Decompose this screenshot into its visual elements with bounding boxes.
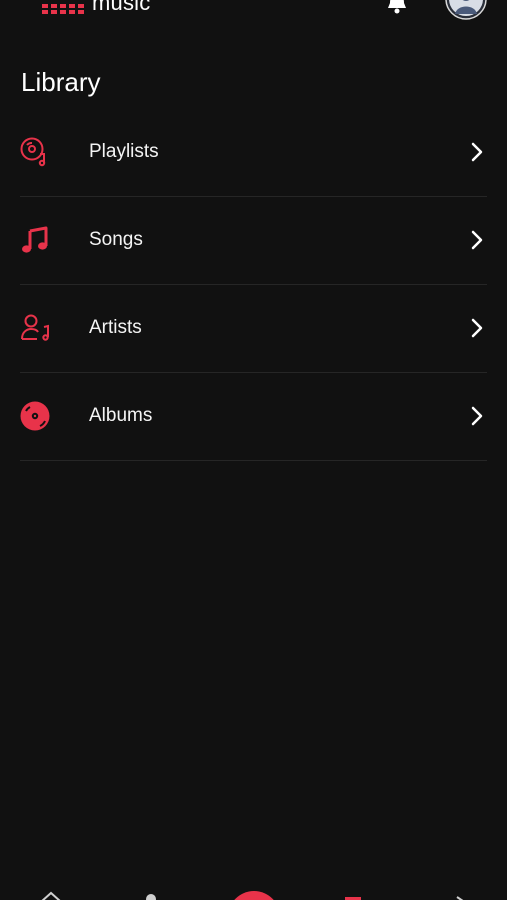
album-disc-icon xyxy=(20,401,50,431)
chevron-right-icon xyxy=(471,318,483,338)
page-title: Library xyxy=(21,67,101,97)
library-item-label: Playlists xyxy=(89,141,159,162)
library-item-artists[interactable]: Artists xyxy=(20,285,487,373)
more-icon[interactable] xyxy=(454,888,468,900)
vinyl-playlist-icon xyxy=(20,137,50,167)
app-logo[interactable]: music xyxy=(42,0,150,14)
library-list: Playlists Songs Artists Albums xyxy=(20,109,487,461)
library-item-label: Artists xyxy=(89,317,142,338)
search-icon[interactable] xyxy=(142,888,160,900)
chevron-right-icon xyxy=(471,142,483,162)
play-center-icon[interactable] xyxy=(229,888,279,900)
logo-mark-icon xyxy=(42,4,84,14)
user-avatar-icon[interactable] xyxy=(445,0,487,20)
bell-icon[interactable] xyxy=(386,0,408,19)
library-item-playlists[interactable]: Playlists xyxy=(20,109,487,197)
library-item-label: Albums xyxy=(89,405,153,426)
app-header: music xyxy=(0,0,507,24)
library-item-label: Songs xyxy=(89,229,143,250)
chevron-right-icon xyxy=(471,230,483,250)
home-icon[interactable] xyxy=(40,888,62,900)
artist-icon xyxy=(20,313,50,343)
library-item-songs[interactable]: Songs xyxy=(20,197,487,285)
music-note-icon xyxy=(20,225,50,255)
bottom-nav xyxy=(0,888,507,900)
chevron-right-icon xyxy=(471,406,483,426)
logo-text: music xyxy=(92,0,151,15)
library-item-albums[interactable]: Albums xyxy=(20,373,487,461)
library-icon[interactable] xyxy=(343,888,363,900)
